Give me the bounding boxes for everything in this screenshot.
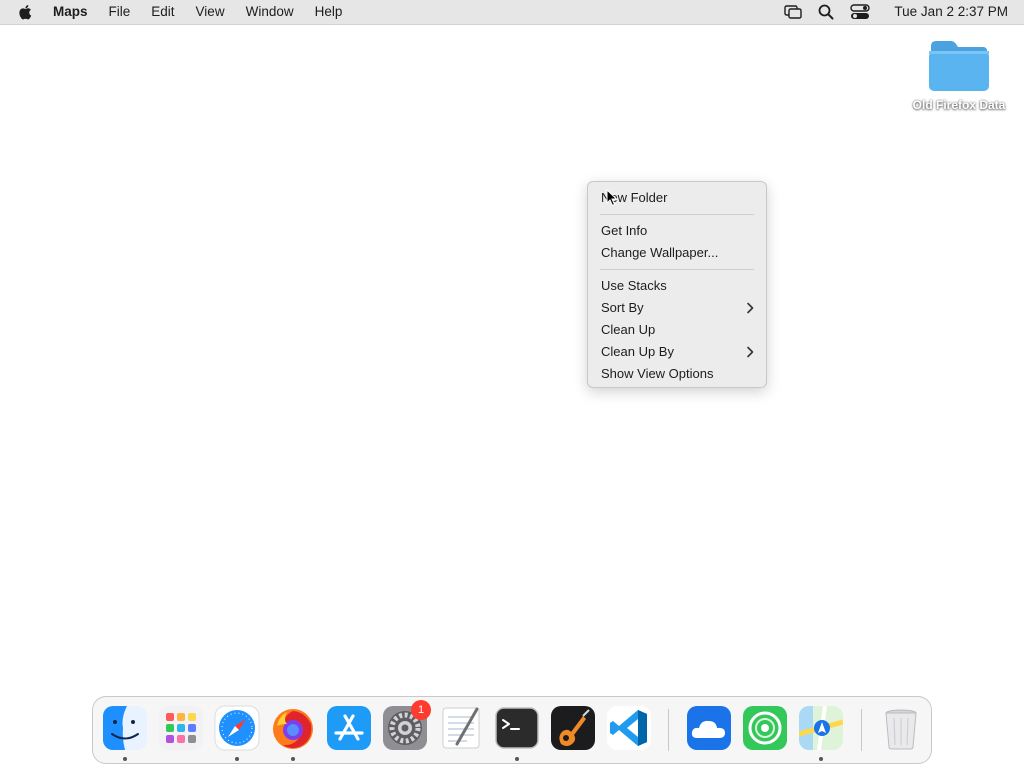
weather-icon [687,706,731,750]
dock-textedit[interactable] [437,704,485,752]
menu-item-use-stacks[interactable]: Use Stacks [601,276,754,296]
apple-menu-icon[interactable] [18,2,35,22]
app-store-icon [327,706,371,750]
menu-item-get-info[interactable]: Get Info [601,221,754,241]
safari-icon [214,705,260,751]
dock-launchpad[interactable] [157,704,205,752]
menu-item-label: Get Info [601,223,648,238]
dock-safari[interactable] [213,704,261,752]
menu-item-sort-by[interactable]: Sort By [601,298,754,318]
edit-menu[interactable]: Edit [151,0,174,24]
menu-separator [600,214,754,215]
help-menu[interactable]: Help [315,0,343,24]
mouse-pointer-icon [606,189,618,207]
firefox-icon [273,709,313,749]
running-indicator [235,757,239,761]
maps-icon [799,706,843,750]
dock-firefox[interactable] [269,704,317,752]
dock-terminal[interactable] [493,704,541,752]
menu-item-clean-up[interactable]: Clean Up [601,320,754,340]
chevron-right-icon [746,298,754,318]
view-menu[interactable]: View [196,0,225,24]
desktop-folder[interactable]: Old Firefox Data [903,38,1015,112]
textedit-icon [442,707,480,749]
running-indicator [819,757,823,761]
find-my-icon [743,706,787,750]
dock-vscode[interactable] [605,704,653,752]
launchpad-icon [159,706,203,750]
menu-item-label: Change Wallpaper... [601,245,719,260]
dock: 1 [92,696,932,764]
menu-bar-clock[interactable]: Tue Jan 2 2:37 PM [894,0,1008,24]
menu-item-label: Use Stacks [601,278,667,293]
menu-item-show-view-options[interactable]: Show View Options [601,364,754,384]
trash-icon [885,709,917,750]
dock-system-settings[interactable]: 1 [381,700,431,752]
dock-separator [668,709,669,751]
dock-garageband[interactable] [549,704,597,752]
dock-find-my[interactable] [741,704,789,752]
screen-mirroring-icon[interactable] [784,5,803,19]
menu-separator [600,269,754,270]
control-center-icon[interactable] [850,4,871,20]
menu-item-label: Show View Options [601,366,714,381]
vscode-icon [607,706,651,750]
terminal-icon [495,707,539,749]
spotlight-search-icon[interactable] [818,4,834,20]
app-name-menu[interactable]: Maps [53,0,88,24]
dock-app-store[interactable] [325,704,373,752]
dock-trash[interactable] [877,704,925,752]
window-menu[interactable]: Window [246,0,294,24]
menu-item-label: Clean Up By [601,344,674,359]
running-indicator [291,757,295,761]
dock-finder[interactable] [101,704,149,752]
desktop-context-menu: New Folder Get Info Change Wallpaper... … [587,181,767,388]
menu-item-new-folder[interactable]: New Folder [601,188,754,208]
menu-item-clean-up-by[interactable]: Clean Up By [601,342,754,362]
folder-icon [929,41,989,91]
menu-bar: Maps File Edit View Window Help Tue Jan … [0,0,1024,25]
file-menu[interactable]: File [109,0,131,24]
menu-item-change-wallpaper[interactable]: Change Wallpaper... [601,243,754,263]
folder-label: Old Firefox Data [912,98,1006,112]
running-indicator [515,757,519,761]
running-indicator [123,757,127,761]
menu-item-label: Sort By [601,300,644,315]
finder-icon [103,706,147,750]
chevron-right-icon [746,342,754,362]
dock-separator [861,709,862,751]
notification-badge: 1 [411,700,431,720]
menu-item-label: Clean Up [601,322,656,337]
dock-maps[interactable] [797,704,845,752]
garageband-icon [551,706,595,750]
dock-weather[interactable] [685,704,733,752]
